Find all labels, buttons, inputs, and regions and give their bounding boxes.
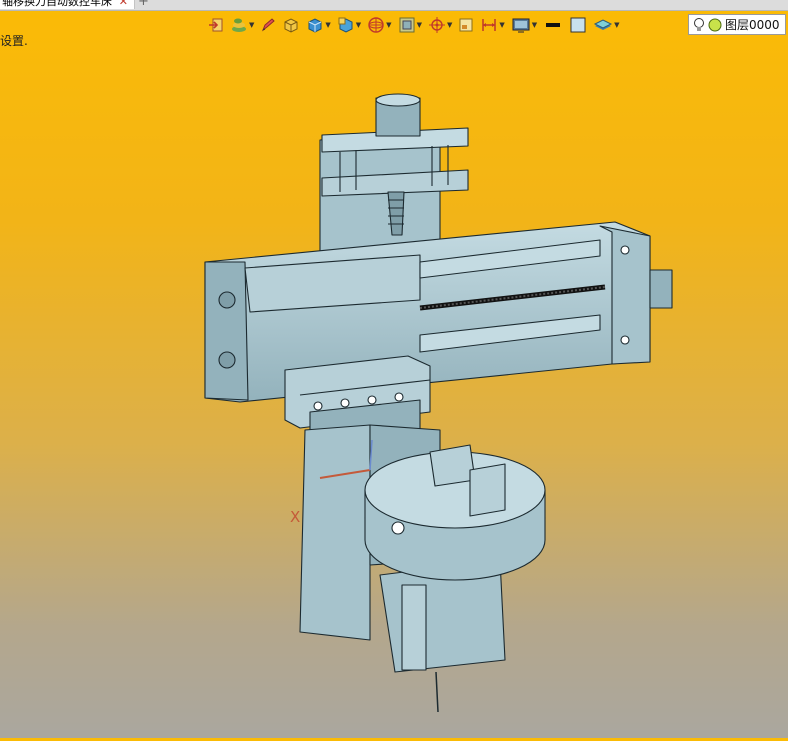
document-tab-title: 轴移换刀自动数控车床 [2, 0, 112, 8]
sphere-wire-button[interactable]: ▼ [365, 14, 393, 36]
chevron-down-icon[interactable]: ▼ [614, 21, 619, 29]
layers-stack-button[interactable]: ▼ [228, 14, 256, 36]
close-icon[interactable]: ✕ [119, 0, 128, 9]
document-tab[interactable]: 轴移换刀自动数控车床 ✕ [0, 0, 135, 9]
sheet-button[interactable] [456, 14, 476, 36]
axis-x-label: X [290, 508, 301, 526]
tab-bar: 轴移换刀自动数控车床 ✕ + [0, 0, 788, 11]
cube-section-icon [338, 17, 353, 33]
layer-name: 图层0000 [725, 18, 780, 32]
chevron-down-icon[interactable]: ▼ [249, 21, 254, 29]
fill-color-icon [570, 17, 586, 33]
line-color-icon [546, 23, 561, 27]
chevron-down-icon[interactable]: ▼ [356, 21, 361, 29]
add-tab-button[interactable]: + [138, 0, 149, 9]
cube-blue-button[interactable]: ▼ [304, 14, 332, 36]
cube-yellow-button[interactable] [280, 14, 302, 36]
view-frame-button[interactable]: ▼ [396, 14, 424, 36]
3d-viewport[interactable]: X [0, 40, 788, 738]
pencil-icon [262, 18, 276, 32]
exit-icon [209, 18, 223, 32]
spindle-base [299, 424, 371, 641]
lightbulb-icon[interactable] [693, 17, 705, 33]
chevron-down-icon[interactable]: ▼ [499, 21, 504, 29]
chevron-down-icon[interactable]: ▼ [447, 21, 452, 29]
chevron-down-icon[interactable]: ▼ [417, 21, 422, 29]
fill-color-button[interactable] [567, 14, 589, 36]
view-frame-icon [399, 17, 415, 33]
exit-button[interactable] [206, 14, 226, 36]
chevron-down-icon[interactable]: ▼ [532, 21, 537, 29]
display-settings-button[interactable]: ▼ [509, 14, 539, 36]
chevron-down-icon[interactable]: ▼ [386, 21, 391, 29]
cube-blue-icon [308, 18, 322, 33]
machine-model [204, 93, 673, 713]
line-color-button[interactable] [541, 14, 565, 36]
layer-icon [594, 19, 613, 30]
layer-dot-icon [708, 18, 722, 31]
view-toolbar: ▼ ▼ ▼ ▼ ▼ ▼ ▼ ▼ ▼ [206, 14, 622, 36]
chevron-down-icon[interactable]: ▼ [325, 21, 330, 29]
cube-section-button[interactable]: ▼ [335, 14, 363, 36]
sphere-wire-icon [368, 17, 384, 33]
dimension-icon [482, 19, 497, 31]
display-settings-icon [512, 18, 530, 33]
cube-yellow-icon [284, 18, 298, 33]
pencil-button[interactable] [258, 14, 278, 36]
dimension-button[interactable]: ▼ [478, 14, 506, 36]
target-button[interactable]: ▼ [426, 14, 454, 36]
target-icon [428, 17, 445, 33]
sheet-icon [459, 18, 473, 32]
layer-selector[interactable]: 图层0000 [688, 14, 786, 35]
layer-button[interactable]: ▼ [591, 14, 621, 36]
layers-stack-icon [232, 18, 246, 32]
